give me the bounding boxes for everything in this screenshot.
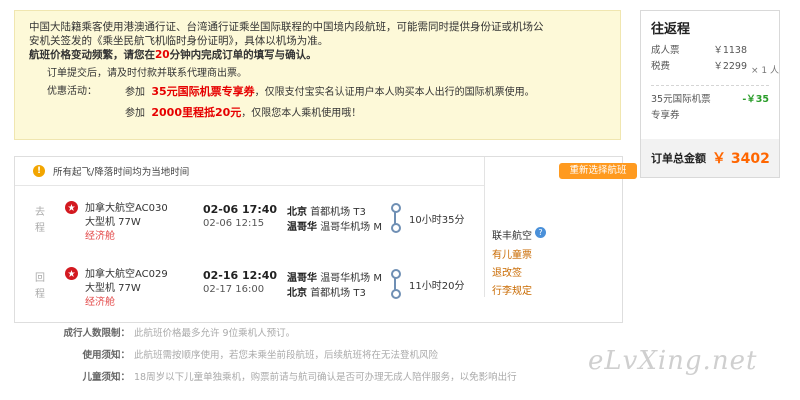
flight-leg-outbound: 去程 加拿大航空AC030 大型机 77W 经济舱 02-06 17:40 02… xyxy=(15,197,484,249)
notice-line-2: 安机关签发的《乘坐民航飞机临时身份证明》，具体以机场为准。 xyxy=(29,35,329,47)
site-watermark: eLvXing.net xyxy=(588,346,758,376)
promo-mileage-link[interactable]: 2000里程抵20元 xyxy=(151,106,241,119)
header-divider xyxy=(15,185,484,186)
leg-direction: 回程 xyxy=(35,273,45,300)
promo-row-2: 参加 2000里程抵20元，仅限您本人乘机使用哦！ xyxy=(125,106,362,119)
aircraft-type: 大型机 77W xyxy=(85,217,141,228)
coupon-discount: -￥35 xyxy=(742,94,769,105)
carrier-info: 联丰航空? xyxy=(492,227,546,242)
flight-number: 加拿大航空AC030 xyxy=(85,203,168,214)
cabin-class: 经济舱 xyxy=(85,231,115,242)
passenger-qty: × 1 人 xyxy=(751,66,779,76)
rule-row: 儿童须知： 18周岁以下儿童单独乘机，购票前请与航司确认是否可办理无成人陪伴服务… xyxy=(82,372,517,383)
refund-change-link[interactable]: 退改签 xyxy=(492,265,532,283)
help-icon[interactable]: ? xyxy=(535,227,546,238)
baggage-rules-link[interactable]: 行李规定 xyxy=(492,283,532,301)
aircraft-type: 大型机 77W xyxy=(85,283,141,294)
column-divider xyxy=(484,157,485,297)
timezone-note: ! 所有起飞/降落时间均为当地时间 xyxy=(15,157,485,185)
rule-row: 成行人数限制： 此航班价格最多允许 9位乘机人预订。 xyxy=(63,328,296,339)
promo-coupon-link[interactable]: 35元国际机票专享券 xyxy=(151,85,254,98)
rule-row: 使用须知： 此航班需按顺序使用，若您未乘坐前段航班，后续航班将在无法登机风险 xyxy=(82,350,439,361)
promo-row-1: 优惠活动： 参加 35元国际机票专享券，仅限支付宝实名认证用户本人购买本人出行的… xyxy=(29,82,606,103)
price-summary: 往返程 成人票 ￥1138 税费 ￥2299 × 1 人 35元国际机票 -￥3… xyxy=(640,10,780,178)
booking-rules: 成行人数限制： 此航班价格最多允许 9位乘机人预订。 使用须知： 此航班需按顺序… xyxy=(14,323,623,389)
arrival-airport: 北京 首都机场 T3 xyxy=(287,288,366,299)
booking-notice: 中国大陆籍乘客使用港澳通行证、台湾通行证乘坐国际联程的中国境内段航班，可能需同时… xyxy=(14,10,621,140)
reselect-flight-button[interactable]: 重新选择航班 xyxy=(559,163,637,179)
notice-sub: 订单提交后，请及时付款并联系代理商出票。 xyxy=(47,68,247,79)
cabin-class: 经济舱 xyxy=(85,297,115,308)
leg-direction: 去程 xyxy=(35,207,45,234)
departure-time: 02-06 17:40 xyxy=(203,203,278,216)
arrival-time: 02-06 12:15 xyxy=(203,218,265,229)
route-line-icon xyxy=(389,269,401,299)
arrival-time: 02-17 16:00 xyxy=(203,284,265,295)
departure-time: 02-16 12:40 xyxy=(203,269,278,282)
flight-duration: 11小时20分 xyxy=(409,281,465,292)
promo-label: 优惠活动： xyxy=(47,86,97,97)
policy-links: 有儿童票 退改签 行李规定 xyxy=(492,247,532,301)
child-ticket-link[interactable]: 有儿童票 xyxy=(492,247,532,265)
departure-airport: 北京 首都机场 T3 xyxy=(287,207,366,218)
coupon-sub-row: 专享券 xyxy=(651,110,680,121)
notice-line-1: 中国大陆籍乘客使用港澳通行证、台湾通行证乘坐国际联程的中国境内段航班，可能需同时… xyxy=(29,21,544,33)
notice-line-3: 航班价格变动频繁，请您在20分钟内完成订单的填写与确认。 xyxy=(29,49,317,61)
air-canada-logo-icon xyxy=(65,201,78,214)
order-total-amount: ￥ 3402 xyxy=(712,151,770,167)
carrier-name: 联丰航空 xyxy=(492,231,532,242)
arrival-airport: 温哥华 温哥华机场 M xyxy=(287,222,382,233)
flight-leg-return: 回程 加拿大航空AC029 大型机 77W 经济舱 02-16 12:40 02… xyxy=(15,263,484,315)
order-total: 订单总金额 ￥ 3402 xyxy=(641,139,779,177)
coupon-row: 35元国际机票 -￥35 xyxy=(641,92,779,108)
trip-type-title: 往返程 xyxy=(651,22,691,37)
flight-number: 加拿大航空AC029 xyxy=(85,269,168,280)
departure-airport: 温哥华 温哥华机场 M xyxy=(287,273,382,284)
adult-price-row: 成人票 ￥1138 xyxy=(651,45,747,56)
flight-duration: 10小时35分 xyxy=(409,215,465,226)
air-canada-logo-icon xyxy=(65,267,78,280)
route-line-icon xyxy=(389,203,401,233)
flight-details: ! 所有起飞/降落时间均为当地时间 重新选择航班 去程 加拿大航空AC030 大… xyxy=(14,156,637,323)
exclamation-icon: ! xyxy=(33,165,45,177)
price-divider xyxy=(651,85,769,86)
